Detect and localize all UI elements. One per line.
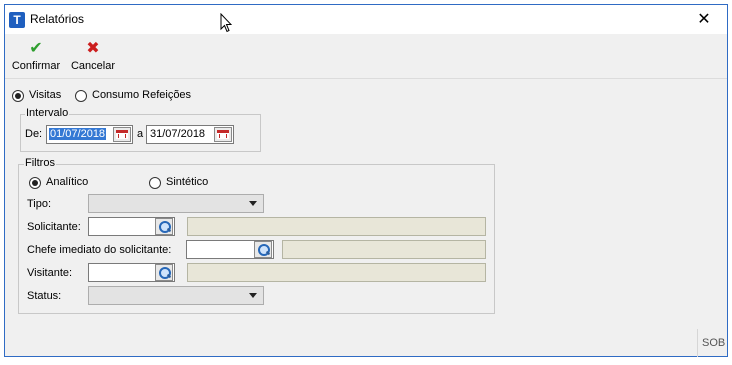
calendar-icon[interactable] [113,127,131,142]
visitante-name-display [187,263,486,282]
app-icon: T [9,12,25,28]
radio-visitas[interactable] [12,90,24,102]
date-from-field[interactable]: 01/07/2018 [46,125,133,144]
confirm-button[interactable]: ✔ Confirmar [11,34,61,78]
chevron-down-icon [249,293,257,298]
chefe-label: Chefe imediato do solicitante: [27,244,172,256]
chefe-name-display [282,240,486,259]
solicitante-search-button[interactable] [155,218,173,235]
radio-consumo-refeicoes[interactable] [75,90,87,102]
radio-consumo-refeicoes-label: Consumo Refeições [92,89,192,101]
date-to-field[interactable]: 31/07/2018 [146,125,234,144]
interval-from-label: De: [25,128,43,140]
toolbar: ✔ Confirmar ✖ Cancelar [5,34,727,79]
radio-analitico-label: Analítico [46,176,89,188]
radio-sintetico-label: Sintético [166,176,209,188]
close-button[interactable]: ✕ [681,5,727,34]
visitante-search-button[interactable] [155,264,173,281]
tipo-label: Tipo: [27,198,52,210]
chefe-search-button[interactable] [254,241,272,258]
date-to-value: 31/07/2018 [150,128,206,140]
statusbar-right: SOB [697,329,727,357]
confirm-label: Confirmar [11,60,61,72]
visitante-label: Visitante: [27,267,73,279]
status-select[interactable] [88,286,264,305]
radio-visitas-label: Visitas [29,89,62,101]
chevron-down-icon [249,201,257,206]
check-icon: ✔ [29,40,43,57]
interval-separator: a [137,128,144,140]
title-bar: T Relatórios ✕ [5,5,727,34]
status-label: Status: [27,290,62,302]
radio-sintetico[interactable] [149,177,161,189]
relatorios-window: T Relatórios ✕ ✔ Confirmar ✖ Cancelar Vi… [4,4,728,357]
solicitante-name-display [187,217,486,236]
x-icon: ✖ [86,40,100,57]
mouse-cursor-icon [220,13,232,33]
cancel-button[interactable]: ✖ Cancelar [69,34,117,78]
cancel-label: Cancelar [70,60,116,72]
filters-legend: Filtros [24,157,56,169]
solicitante-label: Solicitante: [27,221,81,233]
radio-analitico[interactable] [29,177,41,189]
date-from-value: 01/07/2018 [49,128,107,140]
tipo-select[interactable] [88,194,264,213]
calendar-icon[interactable] [214,127,232,142]
interval-legend: Intervalo [25,107,70,119]
window-title: Relatórios [30,12,85,26]
